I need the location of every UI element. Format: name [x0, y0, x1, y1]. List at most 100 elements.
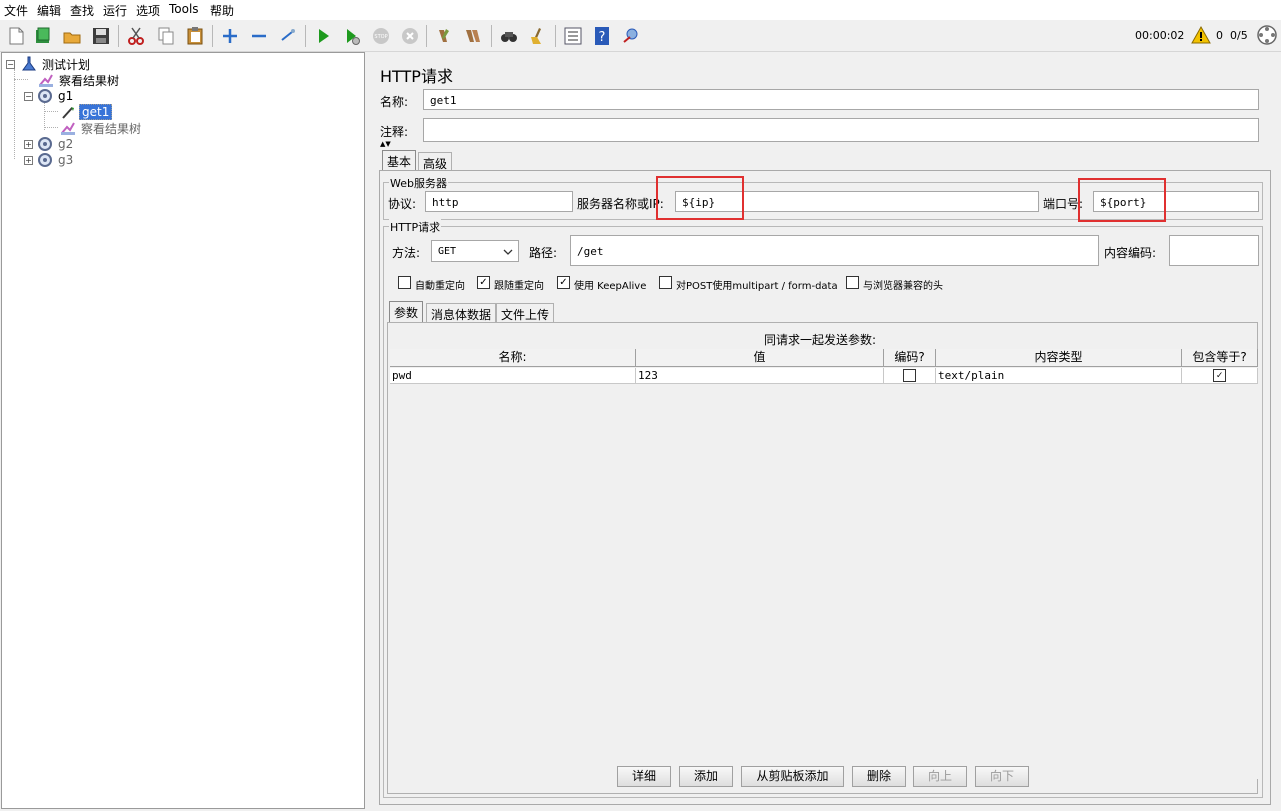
table-cell-name[interactable]: pwd	[390, 368, 636, 384]
table-cell-include-equals[interactable]: ✓	[1182, 368, 1258, 384]
warning-icon[interactable]	[1189, 23, 1213, 47]
menu-search[interactable]: 查找	[70, 2, 94, 19]
highlight-box-server	[656, 176, 744, 220]
http-sampler-icon	[62, 107, 74, 119]
clear-icon[interactable]	[432, 24, 456, 48]
method-label: 方法:	[392, 246, 421, 260]
tab-files-upload[interactable]: 文件上传	[496, 303, 555, 322]
expand-icon[interactable]	[218, 24, 242, 48]
tree-node-view-results-2[interactable]: 察看结果树	[60, 120, 143, 136]
warning-count: 0	[1216, 29, 1223, 42]
start-no-pauses-icon[interactable]	[340, 24, 364, 48]
templates-icon[interactable]	[31, 24, 55, 48]
listener-icon	[39, 74, 53, 87]
tab-parameters[interactable]: 参数	[389, 301, 424, 322]
parameters-table[interactable]: 名称: 值 编码? 内容类型 包含等于? pwd 123 text/plain …	[390, 349, 1258, 779]
toggle-icon[interactable]	[276, 24, 300, 48]
thread-group-icon	[38, 153, 52, 167]
remote-icon[interactable]	[619, 24, 643, 48]
path-label: 路径:	[529, 246, 558, 260]
column-header-include-equals[interactable]: 包含等于?	[1182, 349, 1258, 367]
column-header-name[interactable]: 名称:	[390, 349, 636, 367]
svg-text:STOP: STOP	[374, 34, 387, 40]
tree-node-get1[interactable]: get1	[60, 104, 113, 120]
test-plan-icon	[22, 56, 36, 71]
follow-redirect-label: 跟随重定向	[494, 281, 544, 292]
follow-redirect-checkbox[interactable]: ✓	[477, 276, 490, 289]
listener-icon	[61, 122, 75, 135]
collapse-toggle[interactable]: −	[24, 91, 33, 101]
menu-tools[interactable]: Tools	[169, 2, 199, 16]
save-icon[interactable]	[89, 24, 113, 48]
thread-group-icon	[38, 89, 52, 103]
clear-all-icon[interactable]	[461, 24, 485, 48]
reset-search-icon[interactable]	[525, 24, 549, 48]
move-up-button: 向上	[913, 766, 967, 787]
multipart-checkbox[interactable]	[659, 276, 672, 289]
tree-node-view-results-1[interactable]: 察看结果树	[38, 72, 121, 88]
paste-icon[interactable]	[183, 24, 207, 48]
table-cell-content-type[interactable]: text/plain	[936, 368, 1182, 384]
table-cell-encode[interactable]	[884, 368, 936, 384]
path-field[interactable]: /get	[570, 235, 1099, 266]
tree-node-g1[interactable]: − g1	[24, 88, 75, 104]
encoding-field[interactable]	[1169, 235, 1259, 266]
http-request-title: HTTP请求	[389, 219, 442, 235]
splitter-arrows[interactable]: ▲▼	[380, 140, 391, 148]
svg-text:?: ?	[599, 30, 606, 45]
menu-file[interactable]: 文件	[4, 2, 28, 19]
menu-edit[interactable]: 编辑	[37, 2, 61, 19]
add-from-clipboard-button[interactable]: 从剪贴板添加	[741, 766, 844, 787]
menu-options[interactable]: 选项	[136, 2, 160, 19]
tree-node-test-plan[interactable]: − 测试计划	[6, 56, 92, 72]
function-helper-icon[interactable]	[561, 24, 585, 48]
add-button[interactable]: 添加	[679, 766, 733, 787]
collapse-icon[interactable]	[247, 24, 271, 48]
tree-node-g2[interactable]: + g2	[24, 136, 75, 152]
server-label: 服务器名称或IP:	[577, 197, 664, 211]
delete-button[interactable]: 删除	[852, 766, 906, 787]
expand-toggle[interactable]: +	[24, 155, 33, 165]
browser-headers-label: 与浏览器兼容的头	[863, 281, 943, 292]
search-icon[interactable]	[497, 24, 521, 48]
tab-basic[interactable]: 基本	[382, 150, 417, 170]
new-icon[interactable]	[4, 24, 28, 48]
multipart-label: 对POST使用multipart / form-data	[676, 281, 838, 292]
protocol-label: 协议:	[388, 197, 417, 211]
detail-button[interactable]: 详细	[617, 766, 671, 787]
help-icon[interactable]: ?	[590, 24, 614, 48]
tab-body-data[interactable]: 消息体数据	[426, 303, 497, 322]
include-equals-checkbox[interactable]: ✓	[1213, 369, 1226, 382]
tree-node-g3[interactable]: + g3	[24, 152, 75, 168]
thread-group-icon	[38, 137, 52, 151]
params-caption: 同请求一起发送参数:	[764, 333, 877, 347]
encode-checkbox[interactable]	[903, 369, 916, 382]
menu-bar: 文件 编辑 查找 运行 选项 Tools 帮助	[0, 0, 1281, 20]
menu-help[interactable]: 帮助	[210, 2, 234, 19]
auto-redirect-label: 自動重定向	[415, 281, 465, 292]
browser-headers-checkbox[interactable]	[846, 276, 859, 289]
collapse-toggle[interactable]: −	[6, 59, 15, 69]
expand-toggle[interactable]: +	[24, 139, 33, 149]
move-down-button: 向下	[975, 766, 1029, 787]
protocol-field[interactable]: http	[425, 191, 573, 212]
menu-run[interactable]: 运行	[103, 2, 127, 19]
table-cell-value[interactable]: 123	[636, 368, 884, 384]
copy-icon[interactable]	[154, 24, 178, 48]
start-icon[interactable]	[311, 24, 335, 48]
comment-field[interactable]	[423, 118, 1259, 142]
cut-icon[interactable]	[124, 24, 148, 48]
toolbar: STOP ? 00:00:02 0 0/5	[0, 20, 1281, 52]
column-header-content-type[interactable]: 内容类型	[936, 349, 1182, 367]
auto-redirect-checkbox[interactable]	[398, 276, 411, 289]
keepalive-label: 使用 KeepAlive	[574, 281, 647, 292]
column-header-encode[interactable]: 编码?	[884, 349, 936, 367]
column-header-value[interactable]: 值	[636, 349, 884, 367]
name-field[interactable]: get1	[423, 89, 1259, 110]
comment-label: 注释:	[380, 125, 409, 139]
tab-advanced[interactable]: 高级	[418, 152, 453, 171]
open-icon[interactable]	[60, 24, 84, 48]
method-select[interactable]: GET	[431, 240, 519, 262]
test-plan-tree[interactable]: − 测试计划 察看结果树 − g1 get1 察看结果树 + g2 + g3	[1, 52, 365, 809]
keepalive-checkbox[interactable]: ✓	[557, 276, 570, 289]
